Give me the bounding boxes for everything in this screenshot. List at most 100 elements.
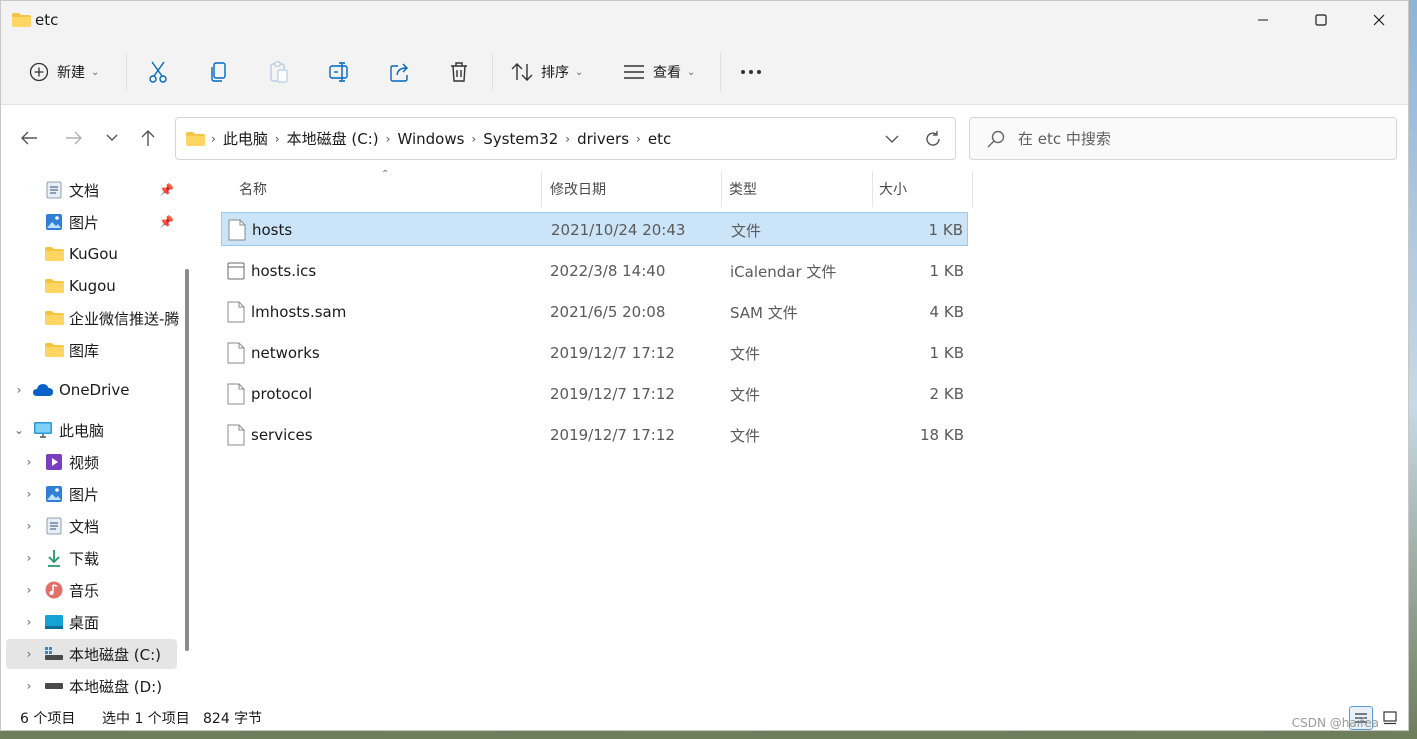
crumb-this-pc[interactable]: 此电脑 (216, 128, 275, 149)
sidebar-item-pictures-pc[interactable]: › 图片 (1, 479, 179, 509)
share-button[interactable] (389, 54, 411, 90)
crumb-local-disk-c[interactable]: 本地磁盘 (C:) (280, 128, 386, 149)
sidebar-item-this-pc[interactable]: ⌄ 此电脑 (1, 415, 179, 445)
file-row[interactable]: hosts.ics 2022/3/8 14:40 iCalendar 文件 1 … (221, 254, 968, 288)
sidebar-item-documents[interactable]: 文档 📌 (1, 175, 179, 205)
back-button[interactable] (16, 125, 42, 151)
onedrive-icon (33, 381, 53, 399)
file-type: 文件 (731, 221, 762, 240)
chevron-right-icon[interactable]: › (22, 647, 36, 661)
divider (720, 53, 721, 91)
breadcrumb: › 此电脑 › 本地磁盘 (C:) › Windows › System32 ›… (186, 118, 678, 159)
more-button[interactable] (740, 54, 762, 90)
sidebar-item-local-disk-c[interactable]: › 本地磁盘 (C:) (6, 639, 177, 669)
chevron-right-icon[interactable]: › (22, 519, 36, 533)
sidebar-scrollbar[interactable] (185, 269, 189, 651)
column-header-type[interactable]: 类型 (729, 169, 757, 209)
cut-button[interactable] (148, 54, 168, 90)
file-icon (227, 301, 245, 323)
rename-icon (329, 62, 348, 82)
folder-icon (44, 277, 64, 295)
file-icon (227, 424, 245, 446)
chevron-down-icon[interactable]: ⌄ (12, 423, 26, 437)
window-title: etc (35, 11, 59, 29)
crumb-system32[interactable]: System32 (476, 130, 565, 148)
address-bar[interactable]: › 此电脑 › 本地磁盘 (C:) › Windows › System32 ›… (175, 117, 956, 160)
selection-count: 选中 1 个项目 (102, 711, 190, 727)
sort-label: 排序 (541, 65, 569, 81)
paste-button[interactable] (269, 54, 289, 90)
chevron-right-icon[interactable]: › (22, 551, 36, 565)
folder-icon (12, 13, 31, 27)
recent-locations-button[interactable] (99, 125, 125, 151)
sidebar-item-desktop[interactable]: › 桌面 (1, 607, 179, 637)
up-button[interactable] (135, 125, 161, 151)
sort-icon (511, 63, 533, 81)
sidebar-item-onedrive[interactable]: › OneDrive (1, 375, 179, 405)
sidebar-item-downloads[interactable]: › 下载 (1, 543, 179, 573)
crumb-etc[interactable]: etc (641, 130, 678, 148)
sidebar-item-label: 企业微信推送-腾 (69, 309, 179, 328)
refresh-button[interactable] (921, 127, 945, 151)
sidebar-item-gallery[interactable]: 图库 (1, 335, 179, 365)
minimize-button[interactable] (1234, 1, 1292, 39)
forward-button[interactable] (61, 125, 87, 151)
file-row[interactable]: lmhosts.sam 2021/6/5 20:08 SAM 文件 4 KB (221, 295, 968, 329)
new-button[interactable]: 新建 ⌄ (29, 54, 99, 90)
sidebar-item-music[interactable]: › 音乐 (1, 575, 179, 605)
new-label: 新建 (57, 65, 85, 81)
file-name: services (251, 426, 313, 444)
file-type: 文件 (730, 385, 761, 404)
column-header-name[interactable]: 名称 (239, 169, 267, 209)
file-row[interactable]: hosts 2021/10/24 20:43 文件 1 KB (221, 212, 968, 246)
folder-icon (186, 131, 205, 146)
column-divider[interactable] (872, 171, 873, 207)
sidebar-item-kugou-1[interactable]: KuGou (1, 239, 179, 269)
column-divider[interactable] (721, 171, 722, 207)
sidebar-item-pictures[interactable]: 图片 📌 (1, 207, 179, 237)
search-input[interactable] (1018, 129, 1358, 148)
search-icon (986, 129, 1006, 149)
rename-button[interactable] (329, 54, 351, 90)
copy-button[interactable] (209, 54, 229, 90)
this-pc-icon (33, 421, 53, 439)
delete-button[interactable] (448, 54, 470, 90)
sidebar-item-wecom-push[interactable]: 企业微信推送-腾 (1, 303, 179, 333)
sidebar-item-local-disk-d[interactable]: › 本地磁盘 (D:) (1, 671, 179, 701)
crumb-drivers[interactable]: drivers (570, 130, 636, 148)
file-row[interactable]: services 2019/12/7 17:12 文件 18 KB (221, 418, 968, 452)
column-divider[interactable] (972, 171, 973, 207)
file-row[interactable]: protocol 2019/12/7 17:12 文件 2 KB (221, 377, 968, 411)
column-header-date[interactable]: 修改日期 (550, 169, 606, 209)
view-button[interactable]: 查看 ⌄ (623, 54, 695, 90)
plus-circle-icon (29, 62, 49, 82)
column-header-size[interactable]: 大小 (879, 169, 907, 209)
chevron-right-icon[interactable]: › (22, 583, 36, 597)
sidebar-item-videos[interactable]: › 视频 (1, 447, 179, 477)
tiles-view-button[interactable] (1378, 706, 1402, 730)
chevron-right-icon[interactable]: › (22, 679, 36, 693)
search-box[interactable] (969, 117, 1397, 160)
video-icon (44, 453, 64, 471)
drive-icon (44, 677, 64, 695)
chevron-right-icon[interactable]: › (22, 615, 36, 629)
watermark: CSDN @haifea (1291, 716, 1379, 730)
document-icon (44, 181, 64, 199)
chevron-right-icon[interactable]: › (22, 487, 36, 501)
file-date: 2019/12/7 17:12 (550, 385, 675, 403)
sidebar-item-label: 此电脑 (59, 421, 105, 440)
sidebar-item-documents-pc[interactable]: › 文档 (1, 511, 179, 541)
maximize-button[interactable] (1292, 1, 1350, 39)
sidebar-item-kugou-2[interactable]: Kugou (1, 271, 179, 301)
file-row[interactable]: networks 2019/12/7 17:12 文件 1 KB (221, 336, 968, 370)
column-divider[interactable] (541, 171, 542, 207)
close-button[interactable] (1350, 1, 1408, 39)
folder-icon (44, 245, 64, 263)
crumb-windows[interactable]: Windows (390, 130, 471, 148)
chevron-right-icon[interactable]: › (12, 383, 26, 397)
chevron-right-icon[interactable]: › (22, 455, 36, 469)
sort-button[interactable]: 排序 ⌄ (511, 54, 583, 90)
selection-size: 824 字节 (203, 711, 263, 727)
address-history-button[interactable] (881, 128, 903, 150)
chevron-down-icon: ⌄ (575, 66, 584, 78)
